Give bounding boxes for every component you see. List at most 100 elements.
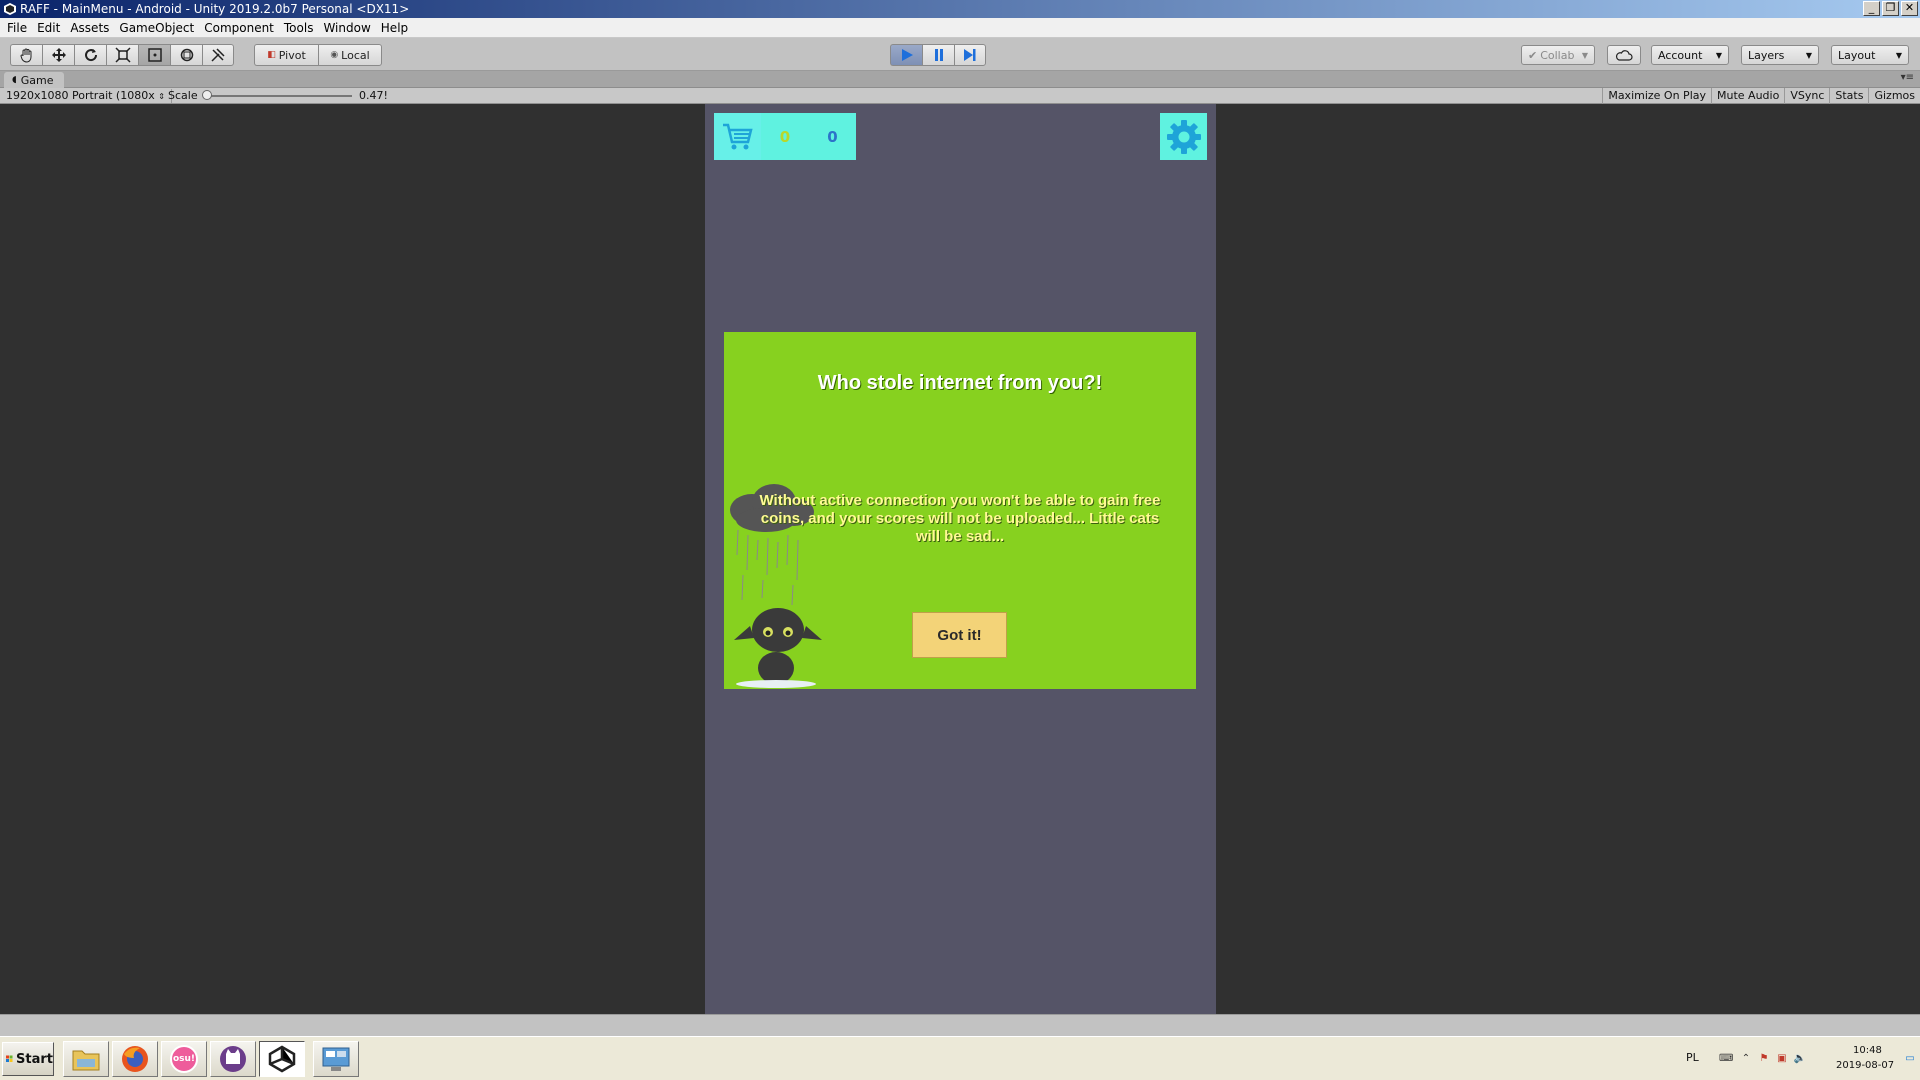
- menu-gameobject[interactable]: GameObject: [114, 21, 199, 35]
- osu-label: osu!: [172, 1054, 196, 1064]
- game-controller-icon: ◖: [12, 75, 17, 85]
- menu-tools[interactable]: Tools: [279, 21, 319, 35]
- dialog-message: Without active connection you won't be a…: [759, 492, 1161, 545]
- shopping-cart-icon: [722, 123, 753, 149]
- cat-app-icon: [220, 1046, 246, 1072]
- dialog-title: Who stole internet from you?!: [817, 372, 1103, 394]
- collab-dropdown[interactable]: ✔ Collab ▼: [1521, 45, 1595, 65]
- show-hidden-icons-icon[interactable]: ⌃: [1739, 1052, 1753, 1066]
- cloud-button[interactable]: [1607, 45, 1641, 65]
- move-arrows-icon: [51, 48, 66, 62]
- taskbar-control-panel[interactable]: [313, 1041, 359, 1077]
- network-icon[interactable]: ▣: [1775, 1052, 1789, 1066]
- layout-label: Layout: [1838, 48, 1876, 62]
- custom-tool-button[interactable]: [202, 44, 234, 66]
- shop-button[interactable]: [714, 113, 761, 160]
- scale-tool-button[interactable]: [106, 44, 138, 66]
- taskbar-file-explorer[interactable]: [63, 1041, 109, 1077]
- menu-file[interactable]: File: [2, 21, 32, 35]
- keyboard-icon[interactable]: ⌨: [1719, 1052, 1733, 1066]
- clock-time[interactable]: 10:48: [1853, 1045, 1882, 1056]
- chevron-down-icon: ▼: [1805, 50, 1812, 60]
- got-it-button[interactable]: Got it!: [912, 612, 1007, 658]
- step-button[interactable]: [954, 44, 986, 66]
- firefox-icon: [122, 1046, 148, 1072]
- pause-button[interactable]: [922, 44, 954, 66]
- game-view-bar: 1920x1080 Portrait (1080x ⇕ Scale 0.47! …: [0, 88, 1920, 104]
- no-internet-dialog: Who stole internet from you?! Without ac…: [724, 332, 1196, 689]
- scale-slider-track[interactable]: [204, 95, 352, 97]
- move-tool-button[interactable]: [42, 44, 74, 66]
- collab-check-icon: ✔: [1528, 48, 1538, 62]
- window-titlebar: RAFF - MainMenu - Android - Unity 2019.2…: [0, 0, 1920, 18]
- pivot-toggle[interactable]: ◧ Pivot: [254, 44, 318, 66]
- maximize-on-play-toggle[interactable]: Maximize On Play: [1602, 88, 1711, 104]
- taskbar-unity[interactable]: [259, 1041, 305, 1077]
- osu-icon: osu!: [170, 1045, 198, 1073]
- transform-tools: [10, 44, 234, 66]
- unity-logo-icon: [4, 3, 16, 15]
- gear-icon: [1166, 119, 1201, 154]
- pivot-icon: ◧: [267, 50, 276, 60]
- rotate-tool-button[interactable]: [74, 44, 106, 66]
- windows-flag-icon: [6, 1055, 13, 1063]
- chevron-down-icon: ▼: [1895, 50, 1902, 60]
- layout-dropdown[interactable]: Layout ▼: [1831, 45, 1909, 65]
- stats-toggle[interactable]: Stats: [1829, 88, 1868, 104]
- pause-icon: [934, 49, 943, 61]
- volume-icon[interactable]: 🔈: [1793, 1052, 1807, 1066]
- menu-window[interactable]: Window: [318, 21, 375, 35]
- resolution-dropdown[interactable]: 1920x1080 Portrait (1080x ⇕: [6, 89, 172, 103]
- layers-label: Layers: [1748, 48, 1785, 62]
- minimize-button[interactable]: _: [1863, 1, 1880, 16]
- tab-game-label: Game: [20, 73, 54, 87]
- local-toggle[interactable]: ◉ Local: [318, 44, 382, 66]
- hand-tool-button[interactable]: [10, 44, 42, 66]
- tab-game[interactable]: ◖ Game: [4, 72, 64, 88]
- mute-audio-toggle[interactable]: Mute Audio: [1711, 88, 1784, 104]
- show-desktop-icon[interactable]: ▭: [1903, 1052, 1917, 1066]
- local-icon: ◉: [330, 50, 339, 60]
- vsync-toggle[interactable]: VSync: [1784, 88, 1829, 104]
- resolution-label: 1920x1080 Portrait (1080x: [6, 89, 155, 102]
- account-dropdown[interactable]: Account ▼: [1651, 45, 1729, 65]
- cloud-icon: [1615, 50, 1633, 61]
- menu-help[interactable]: Help: [376, 21, 413, 35]
- control-panel-icon: [322, 1047, 350, 1071]
- currency-hud: 0 0: [714, 113, 856, 160]
- rotate-icon: [84, 49, 97, 62]
- menu-component[interactable]: Component: [199, 21, 279, 35]
- unity-icon: [268, 1045, 296, 1073]
- play-button[interactable]: [890, 44, 922, 66]
- tab-menu-icon[interactable]: ▾≡: [1901, 72, 1914, 83]
- tab-bar: ◖ Game ▾≡: [0, 71, 1920, 88]
- action-center-icon[interactable]: ⚑: [1757, 1052, 1771, 1066]
- close-button[interactable]: ✕: [1901, 1, 1918, 16]
- folder-icon: [72, 1050, 100, 1071]
- playmode-controls: [890, 44, 986, 66]
- collab-label: Collab: [1540, 48, 1575, 62]
- start-button[interactable]: Start: [2, 1042, 54, 1076]
- layers-dropdown[interactable]: Layers ▼: [1741, 45, 1819, 65]
- gizmos-dropdown[interactable]: Gizmos: [1868, 88, 1920, 104]
- hand-icon: [19, 48, 31, 63]
- step-icon: [964, 49, 976, 61]
- restore-button[interactable]: ❐: [1882, 1, 1899, 16]
- scale-label: Scale: [168, 89, 198, 102]
- language-indicator[interactable]: PL: [1686, 1051, 1699, 1064]
- chevron-down-icon: ▼: [1715, 50, 1722, 60]
- scale-slider-handle[interactable]: [202, 90, 212, 100]
- local-label: Local: [341, 48, 370, 62]
- settings-button[interactable]: [1160, 113, 1207, 160]
- taskbar-cat-app[interactable]: [210, 1041, 256, 1077]
- pivot-label: Pivot: [278, 48, 306, 62]
- menu-edit[interactable]: Edit: [32, 21, 65, 35]
- main-toolbar: ◧ Pivot ◉ Local ✔ Collab ▼ Account ▼ Lay…: [0, 39, 1920, 71]
- taskbar-firefox[interactable]: [112, 1041, 158, 1077]
- rect-tool-button[interactable]: [138, 44, 170, 66]
- taskbar-osu[interactable]: osu!: [161, 1041, 207, 1077]
- transform-tool-button[interactable]: [170, 44, 202, 66]
- clock-date[interactable]: 2019-08-07: [1836, 1060, 1894, 1071]
- tools-icon: [211, 48, 225, 62]
- menu-assets[interactable]: Assets: [65, 21, 114, 35]
